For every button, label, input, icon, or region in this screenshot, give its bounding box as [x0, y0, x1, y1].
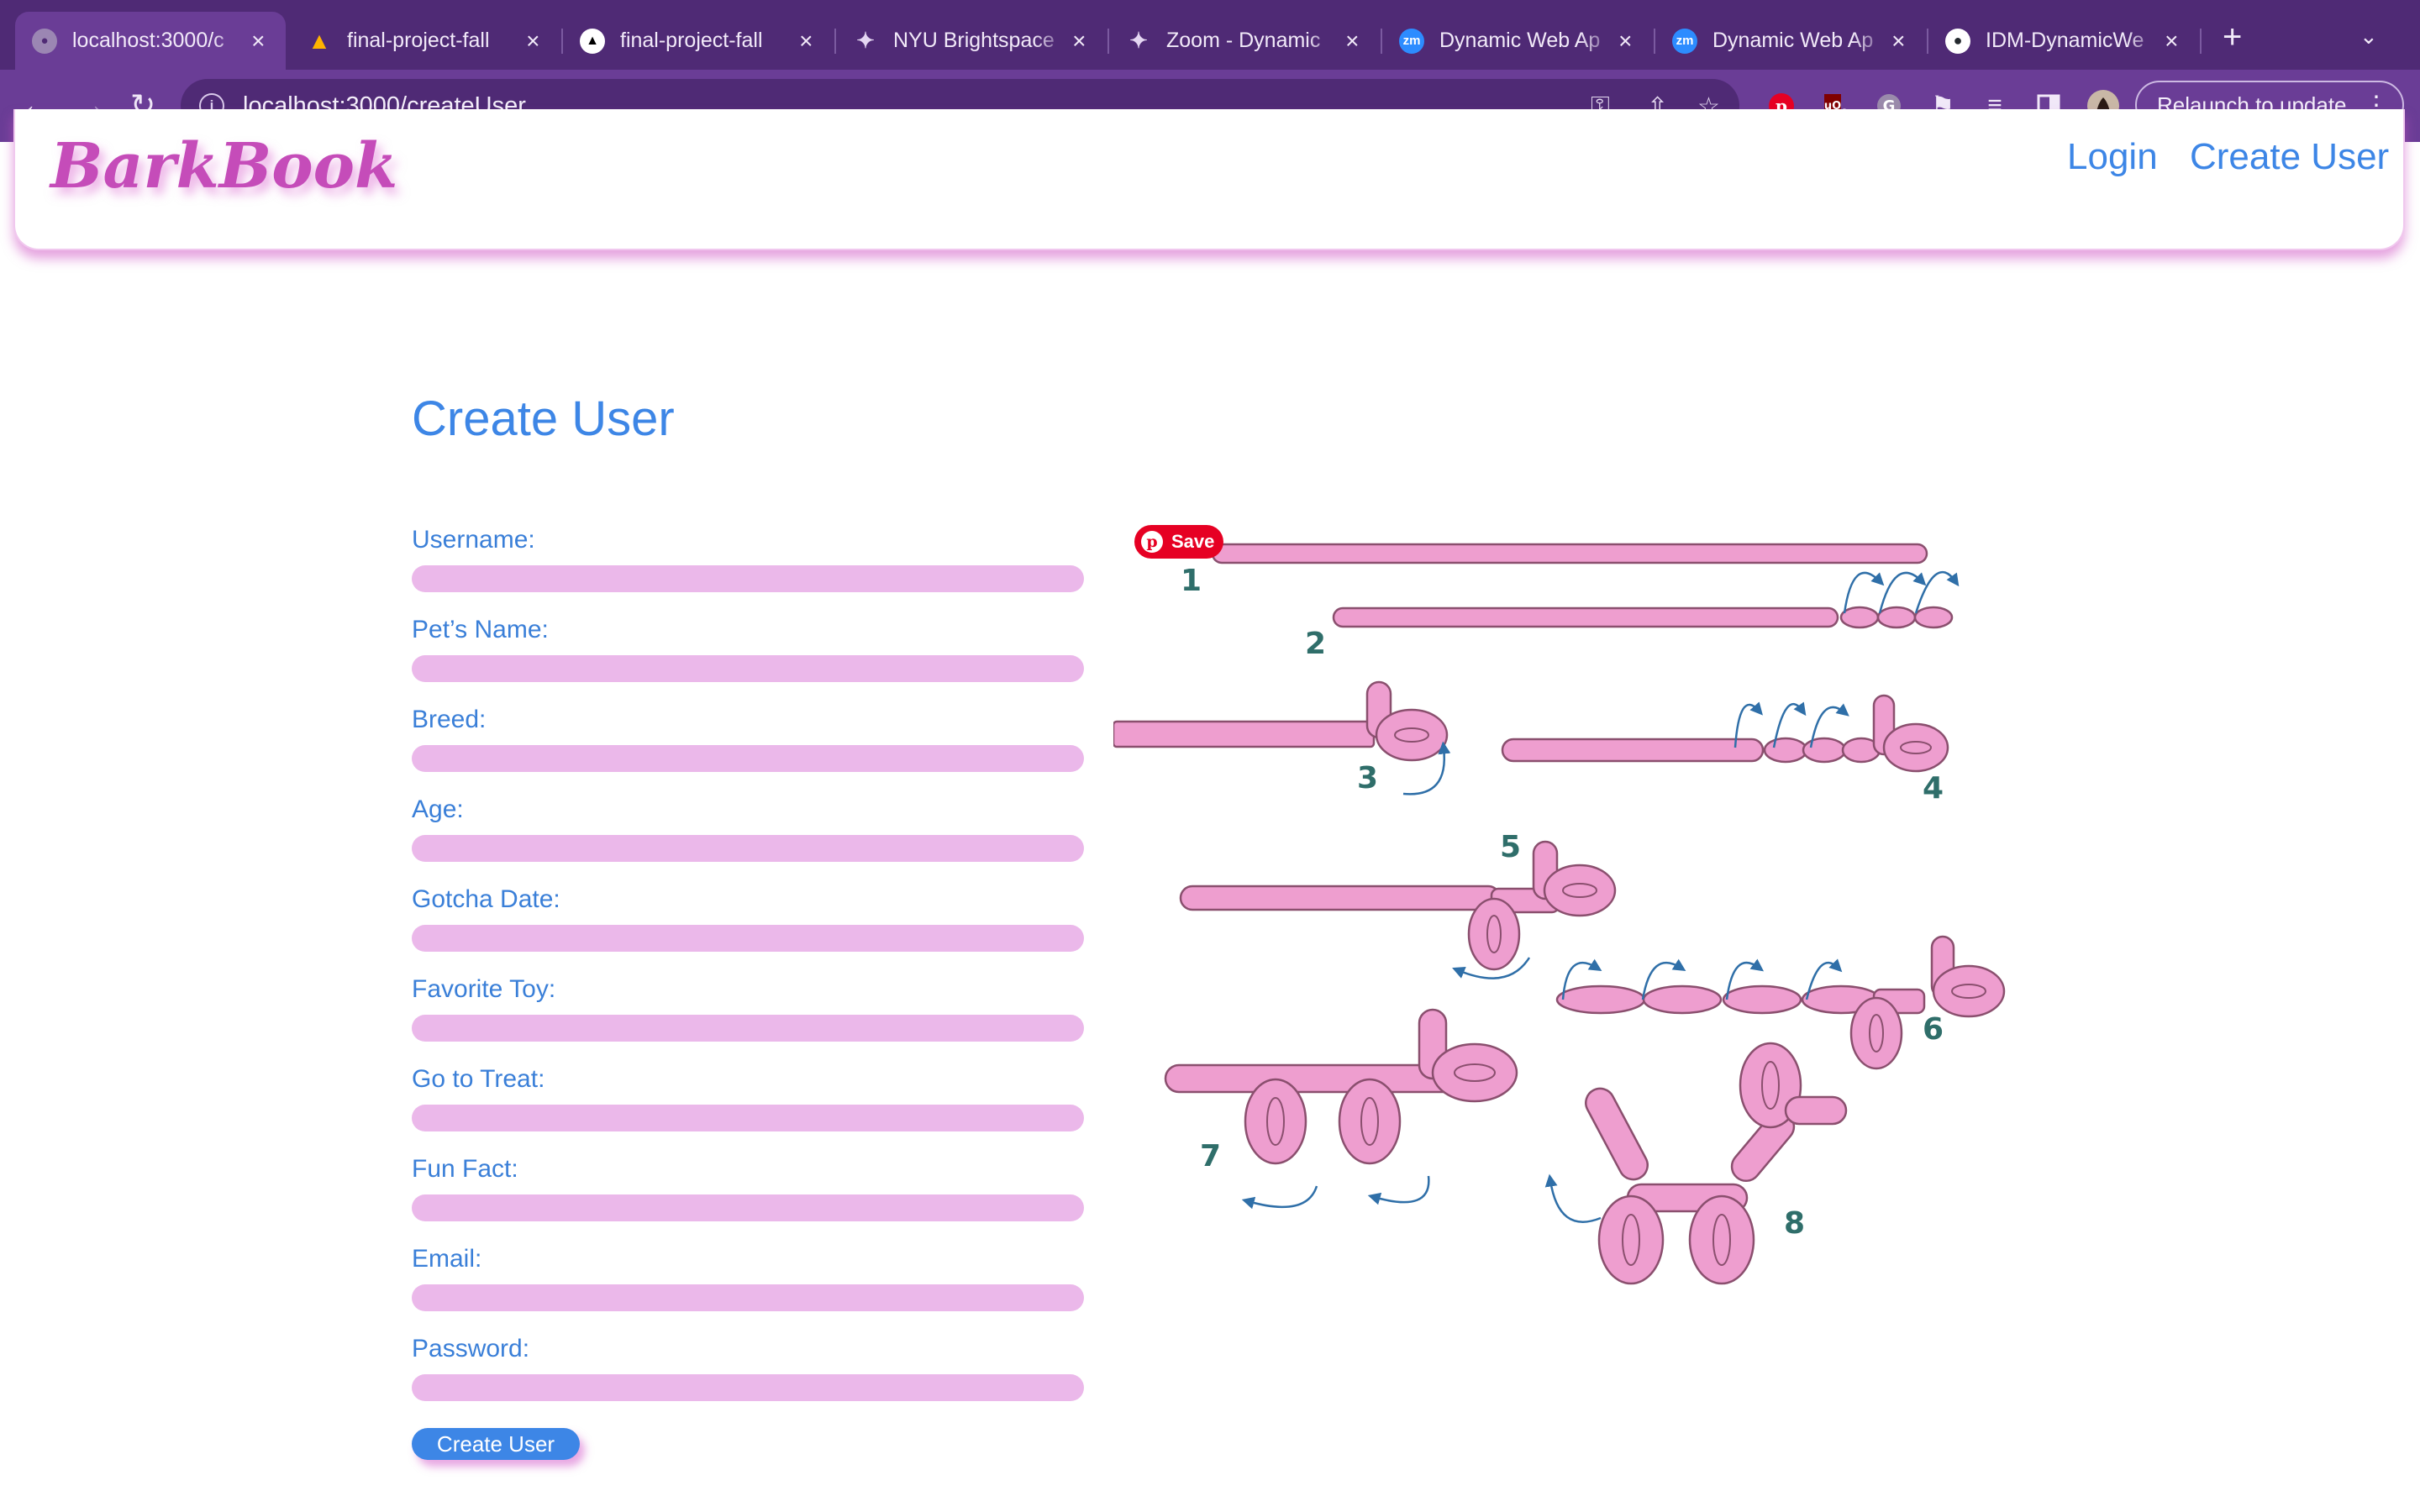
new-tab-icon[interactable]: + [2223, 18, 2242, 56]
close-icon[interactable]: × [796, 28, 817, 55]
age-input[interactable] [412, 835, 1084, 862]
tab-zoom-dynamic[interactable]: ✦ Zoom - Dynamic × [1109, 12, 1380, 70]
pinterest-icon: p [1141, 531, 1163, 553]
nav-login-link[interactable]: Login [2067, 136, 2158, 178]
breed-input[interactable] [412, 745, 1084, 772]
tab-title: localhost:3000/c [72, 29, 224, 52]
go-to-treat-label: Go to Treat: [412, 1065, 545, 1093]
tab-title: Dynamic Web Ap [1439, 29, 1601, 52]
close-icon[interactable]: × [248, 28, 269, 55]
tab-github[interactable]: ● IDM-DynamicWe × [1928, 12, 2199, 70]
step-number: 1 [1181, 564, 1202, 598]
favorite-toy-input[interactable] [412, 1015, 1084, 1042]
create-user-button[interactable]: Create User [412, 1428, 580, 1460]
tab-title: Dynamic Web Ap [1712, 29, 1874, 52]
nyu-torch-icon: ✦ [856, 28, 875, 53]
age-label: Age: [412, 795, 464, 823]
tab-dynamic-web-1[interactable]: zm Dynamic Web Ap × [1382, 12, 1653, 70]
nyu-torch-icon: ✦ [1129, 28, 1148, 53]
pinterest-save-label: Save [1171, 531, 1215, 552]
close-icon[interactable]: × [1615, 28, 1636, 55]
pets-name-label: Pet’s Name: [412, 616, 549, 643]
step-number: 4 [1923, 771, 1944, 806]
pinterest-save-button[interactable]: p Save [1134, 525, 1223, 559]
close-icon[interactable]: × [1069, 28, 1090, 55]
gotcha-date-input[interactable] [412, 925, 1084, 952]
site-logo[interactable]: BarkBook [50, 130, 397, 202]
github-icon: ● [1945, 28, 1970, 54]
step-number: 5 [1500, 830, 1521, 864]
breed-label: Breed: [412, 706, 487, 733]
zoom-icon: zm [1672, 28, 1697, 54]
tab-vercel[interactable]: ▲ final-project-fall × [563, 12, 834, 70]
balloon-dog-illustration: 1 2 3 4 5 6 7 8 [1113, 543, 2006, 1285]
gotcha-date-label: Gotcha Date: [412, 885, 560, 913]
tab-title: final-project-fall [620, 29, 763, 52]
pets-name-input[interactable] [412, 655, 1084, 682]
tab-brightspace[interactable]: ✦ NYU Brightspace × [836, 12, 1107, 70]
tab-localhost[interactable]: ● localhost:3000/c × [15, 12, 286, 70]
step-number: 2 [1305, 627, 1326, 661]
close-icon[interactable]: × [2161, 28, 2182, 55]
username-input[interactable] [412, 565, 1084, 592]
fun-fact-input[interactable] [412, 1194, 1084, 1221]
zoom-icon: zm [1399, 28, 1424, 54]
step-number: 3 [1357, 761, 1378, 795]
firebase-icon: ▲ [308, 27, 331, 54]
tab-dynamic-web-2[interactable]: zm Dynamic Web Ap × [1655, 12, 1926, 70]
favorite-toy-label: Favorite Toy: [412, 975, 556, 1003]
username-label: Username: [412, 526, 535, 554]
fun-fact-label: Fun Fact: [412, 1155, 518, 1183]
globe-icon: ● [32, 28, 57, 54]
close-icon[interactable]: × [523, 28, 544, 55]
email-input[interactable] [412, 1284, 1084, 1311]
close-icon[interactable]: × [1342, 28, 1363, 55]
chevron-down-icon[interactable]: ⌄ [2360, 24, 2378, 50]
tab-firebase[interactable]: ▲ final-project-fall × [290, 12, 560, 70]
email-label: Email: [412, 1245, 482, 1273]
password-label: Password: [412, 1335, 530, 1362]
step-number: 8 [1784, 1206, 1805, 1241]
page-title: Create User [412, 391, 675, 446]
password-input[interactable] [412, 1374, 1084, 1401]
step-number: 7 [1200, 1139, 1221, 1173]
tab-title: Zoom - Dynamic [1166, 29, 1321, 52]
tab-title: IDM-DynamicWe [1986, 29, 2144, 52]
nav-create-user-link[interactable]: Create User [2190, 136, 2389, 178]
tab-title: NYU Brightspace [893, 29, 1055, 52]
step-number: 6 [1923, 1012, 1944, 1047]
tab-title: final-project-fall [347, 29, 490, 52]
tab-divider [2200, 29, 2202, 54]
close-icon[interactable]: × [1888, 28, 1909, 55]
vercel-icon: ▲ [580, 28, 605, 54]
go-to-treat-input[interactable] [412, 1105, 1084, 1131]
